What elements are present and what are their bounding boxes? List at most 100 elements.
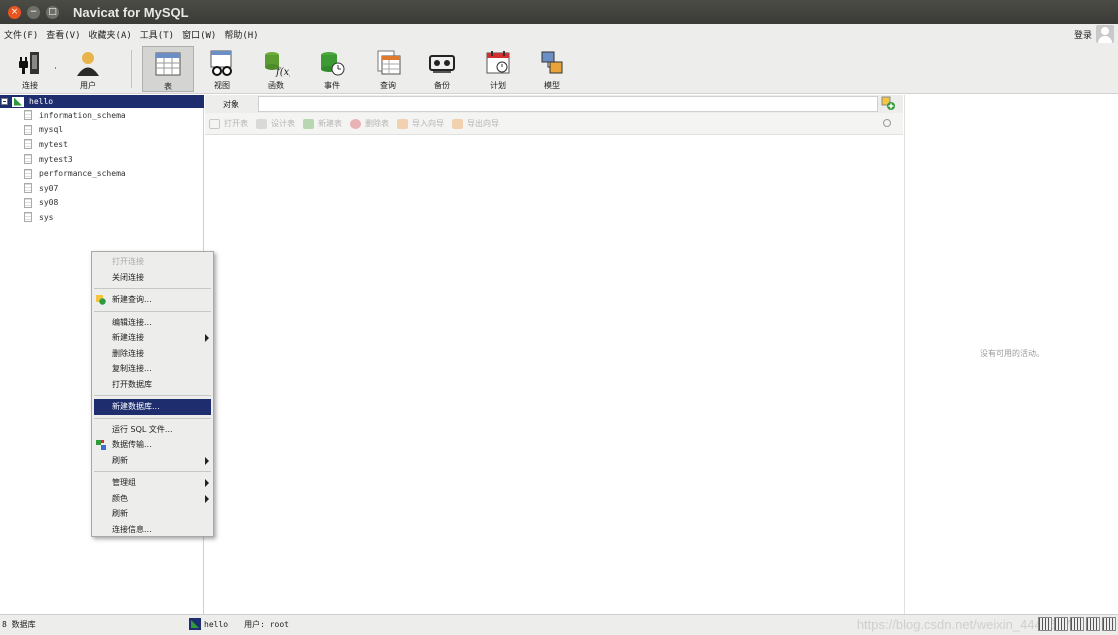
dropdown-dot[interactable]: · <box>54 64 57 74</box>
submenu-arrow-icon <box>205 334 209 342</box>
database-icon <box>24 124 32 135</box>
function-label: 函数 <box>268 81 284 90</box>
menu-edit-connection[interactable]: 编辑连接... <box>92 315 213 331</box>
menu-close-connection[interactable]: 关闭连接 <box>92 270 213 286</box>
query-button[interactable]: 查询 <box>362 46 414 92</box>
tree-db-mytest[interactable]: mytest <box>0 137 203 152</box>
view-button[interactable]: 视图 <box>196 46 248 92</box>
menu-run-sql-file[interactable]: 运行 SQL 文件... <box>92 422 213 438</box>
schedule-icon <box>484 49 512 77</box>
query-label: 查询 <box>380 81 396 90</box>
tree-connection-hello[interactable]: hello <box>0 95 204 108</box>
connection-button[interactable]: 连接 <box>4 46 56 92</box>
model-button[interactable]: 模型 <box>526 46 578 92</box>
query-icon <box>374 49 402 77</box>
status-connection: hello 用户: root <box>189 618 289 630</box>
connection-icon <box>12 96 24 107</box>
menu-file[interactable]: 文件(F) <box>0 28 42 41</box>
menu-help[interactable]: 帮助(H) <box>220 28 262 41</box>
menu-duplicate-connection[interactable]: 复制连接... <box>92 361 213 377</box>
tree-db-mysql[interactable]: mysql <box>0 123 203 138</box>
toolbar-divider <box>131 50 132 88</box>
menu-new-database[interactable]: 新建数据库... <box>94 399 211 415</box>
detail-view-icon[interactable] <box>1070 617 1084 631</box>
menu-open-connection[interactable]: 打开连接 <box>92 254 213 270</box>
er-view-icon[interactable] <box>1086 617 1100 631</box>
menu-refresh-sub-label: 刷新 <box>112 455 128 465</box>
view-switcher <box>1036 617 1116 631</box>
tree-db-sy07[interactable]: sy07 <box>0 181 203 196</box>
menu-tools[interactable]: 工具(T) <box>136 28 178 41</box>
delete-table-button[interactable]: 删除表 <box>350 118 389 129</box>
new-tab-icon[interactable] <box>881 96 895 110</box>
menu-connection-info[interactable]: 连接信息... <box>92 522 213 538</box>
list-view-icon[interactable] <box>1054 617 1068 631</box>
menu-favorites[interactable]: 收藏夹(A) <box>85 28 136 41</box>
tree-db-sys[interactable]: sys <box>0 210 203 225</box>
menu-window[interactable]: 窗口(W) <box>178 28 220 41</box>
open-table-icon <box>209 118 220 129</box>
tab-strip: 对象 <box>205 95 903 113</box>
new-table-button[interactable]: 新建表 <box>303 118 342 129</box>
menu-color[interactable]: 颜色 <box>92 491 213 507</box>
event-button[interactable]: 事件 <box>306 46 358 92</box>
menu-manage-group[interactable]: 管理组 <box>92 475 213 491</box>
table-icon <box>154 50 182 78</box>
menu-open-database[interactable]: 打开数据库 <box>92 377 213 393</box>
export-wizard-button[interactable]: 导出向导 <box>452 118 499 129</box>
database-icon <box>24 168 32 179</box>
close-icon[interactable]: × <box>8 5 21 19</box>
view-icon <box>208 49 236 77</box>
user-button[interactable]: 用户 <box>62 46 114 92</box>
table-button[interactable]: 表 <box>142 46 194 92</box>
menu-view[interactable]: 查看(V) <box>42 28 84 41</box>
avatar[interactable] <box>1096 25 1114 43</box>
collapse-icon[interactable] <box>1 98 8 105</box>
model-label: 模型 <box>544 81 560 90</box>
menu-data-transfer[interactable]: 数据传输... <box>92 437 213 453</box>
plug-icon <box>16 49 44 77</box>
db-label: mysql <box>39 125 64 135</box>
backup-label: 备份 <box>434 81 450 90</box>
menu-color-label: 颜色 <box>112 493 128 503</box>
tree-db-performance-schema[interactable]: performance_schema <box>0 166 203 181</box>
db-label: sys <box>39 212 54 222</box>
db-label: mytest <box>39 139 68 149</box>
db-label: information_schema <box>39 110 126 120</box>
tab-objects[interactable]: 对象 <box>205 96 257 112</box>
menu-new-connection[interactable]: 新建连接 <box>92 330 213 346</box>
model-icon <box>538 49 566 77</box>
minimize-icon[interactable]: − <box>27 5 40 19</box>
menu-refresh-sub[interactable]: 刷新 <box>92 453 213 469</box>
menu-separator <box>94 310 211 312</box>
design-table-button[interactable]: 设计表 <box>256 118 295 129</box>
import-wizard-button[interactable]: 导入向导 <box>397 118 444 129</box>
import-icon <box>397 118 408 129</box>
activity-panel: 没有可用的活动。 <box>904 95 1118 614</box>
grid-view-icon[interactable] <box>1038 617 1052 631</box>
db-label: sy08 <box>39 198 59 208</box>
object-list-area[interactable] <box>205 135 903 614</box>
open-table-button[interactable]: 打开表 <box>209 118 248 129</box>
backup-button[interactable]: 备份 <box>416 46 468 92</box>
menu-delete-connection[interactable]: 删除连接 <box>92 346 213 362</box>
no-activity-message: 没有可用的活动。 <box>980 349 1044 358</box>
open-table-label: 打开表 <box>224 119 248 128</box>
login-link[interactable]: 登录 <box>1074 28 1092 41</box>
schedule-button[interactable]: 计划 <box>472 46 524 92</box>
context-menu: 打开连接 关闭连接 新建查询... 编辑连接... 新建连接 删除连接 复制连接… <box>91 251 214 537</box>
split-view-icon[interactable] <box>1102 617 1116 631</box>
menu-new-query-label: 新建查询... <box>112 295 152 305</box>
search-icon[interactable] <box>883 119 891 127</box>
tree-db-sy08[interactable]: sy08 <box>0 196 203 211</box>
menu-refresh[interactable]: 刷新 <box>92 506 213 522</box>
maximize-icon[interactable]: □ <box>46 5 59 19</box>
function-button[interactable]: f(x) 函数 <box>250 46 302 92</box>
tree-db-information-schema[interactable]: information_schema <box>0 108 203 123</box>
event-label: 事件 <box>324 81 340 90</box>
db-label: performance_schema <box>39 169 126 179</box>
tree-db-mytest3[interactable]: mytest3 <box>0 152 203 167</box>
menu-new-query[interactable]: 新建查询... <box>92 292 213 308</box>
design-table-icon <box>256 118 267 129</box>
submenu-arrow-icon <box>205 456 209 465</box>
